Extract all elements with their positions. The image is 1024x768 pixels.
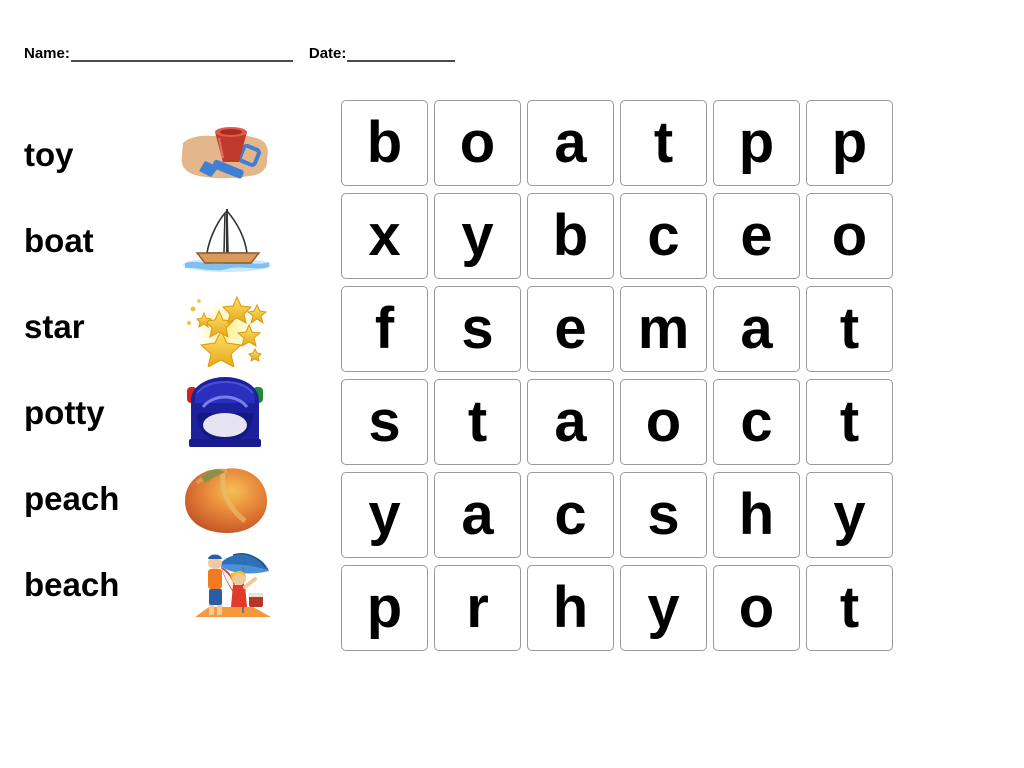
grid-cell-r3-c1[interactable]: f xyxy=(341,286,428,372)
grid-cell-r6-c2[interactable]: r xyxy=(434,565,521,651)
grid-cell-r5-c3[interactable]: c xyxy=(527,472,614,558)
grid-cell-r3-c3[interactable]: e xyxy=(527,286,614,372)
grid-letter: t xyxy=(653,110,674,175)
grid-letter: t xyxy=(467,389,488,454)
grid-letter: p xyxy=(366,575,403,640)
grid-cell-r6-c3[interactable]: h xyxy=(527,565,614,651)
list-item: boat xyxy=(0,198,300,284)
grid-cell-r4-c5[interactable]: c xyxy=(713,379,800,465)
list-item: toy xyxy=(0,112,300,198)
peach-icon xyxy=(175,459,275,539)
grid-letter: b xyxy=(366,110,403,175)
grid-letter: o xyxy=(645,389,682,454)
beach-scene-icon xyxy=(175,545,275,625)
grid-letter: o xyxy=(831,203,868,268)
sailboat-icon xyxy=(175,201,275,281)
grid-cell-r1-c4[interactable]: t xyxy=(620,100,707,186)
grid-cell-r1-c1[interactable]: b xyxy=(341,100,428,186)
grid-letter: h xyxy=(552,575,589,640)
grid-letter: o xyxy=(738,575,775,640)
list-item: beach xyxy=(0,542,300,628)
grid-cell-r2-c1[interactable]: x xyxy=(341,193,428,279)
bucket-and-spade-icon xyxy=(175,115,275,195)
grid-cell-r6-c4[interactable]: y xyxy=(620,565,707,651)
grid-letter: y xyxy=(461,203,494,268)
list-item: peach xyxy=(0,456,300,542)
grid-cell-r5-c4[interactable]: s xyxy=(620,472,707,558)
grid-letter: y xyxy=(647,575,680,640)
name-label: Name: xyxy=(24,45,70,62)
grid-letter: a xyxy=(740,296,773,361)
potty-icon xyxy=(175,373,275,453)
grid-letter: y xyxy=(368,482,401,547)
grid-cell-r2-c4[interactable]: c xyxy=(620,193,707,279)
grid-letter: a xyxy=(554,389,587,454)
grid-letter: e xyxy=(554,296,587,361)
list-item: star xyxy=(0,284,300,370)
word-label-star: star xyxy=(24,308,85,345)
grid-letter: t xyxy=(839,575,860,640)
word-label-beach: beach xyxy=(24,566,120,603)
grid-cell-r2-c2[interactable]: y xyxy=(434,193,521,279)
word-label-potty: potty xyxy=(24,394,105,431)
list-item: potty xyxy=(0,370,300,456)
grid-cell-r3-c4[interactable]: m xyxy=(620,286,707,372)
name-field-group: Name: xyxy=(24,45,293,62)
grid-cell-r1-c6[interactable]: p xyxy=(806,100,893,186)
grid-letter: h xyxy=(738,482,775,547)
grid-letter: x xyxy=(368,203,401,268)
grid-cell-r3-c5[interactable]: a xyxy=(713,286,800,372)
grid-letter: t xyxy=(839,296,860,361)
grid-letter: f xyxy=(374,296,395,361)
grid-letter: t xyxy=(839,389,860,454)
grid-letter: a xyxy=(554,110,587,175)
word-label-toy: toy xyxy=(24,136,74,173)
grid-cell-r3-c2[interactable]: s xyxy=(434,286,521,372)
grid-cell-r1-c2[interactable]: o xyxy=(434,100,521,186)
grid-cell-r2-c6[interactable]: o xyxy=(806,193,893,279)
grid-cell-r5-c1[interactable]: y xyxy=(341,472,428,558)
word-label-peach: peach xyxy=(24,480,120,517)
grid-letter: s xyxy=(647,482,680,547)
word-list: toy boat star potty peach beach xyxy=(0,112,300,628)
grid-letter: a xyxy=(461,482,494,547)
grid-letter: p xyxy=(831,110,868,175)
worksheet-header: Name: Date: xyxy=(24,40,456,62)
grid-cell-r4-c1[interactable]: s xyxy=(341,379,428,465)
grid-cell-r5-c5[interactable]: h xyxy=(713,472,800,558)
letter-grid: boatppxybceofsematstaoctyacshyprhyot xyxy=(341,100,893,651)
grid-letter: r xyxy=(466,575,489,640)
grid-cell-r2-c3[interactable]: b xyxy=(527,193,614,279)
grid-letter: y xyxy=(833,482,866,547)
grid-letter: s xyxy=(461,296,494,361)
stars-icon xyxy=(175,287,275,367)
grid-letter: c xyxy=(740,389,773,454)
date-field-group: Date: xyxy=(309,45,456,62)
grid-letter: c xyxy=(647,203,680,268)
grid-cell-r1-c3[interactable]: a xyxy=(527,100,614,186)
grid-letter: e xyxy=(740,203,773,268)
grid-letter: b xyxy=(552,203,589,268)
grid-letter: m xyxy=(637,296,690,361)
date-input-rule[interactable] xyxy=(347,45,456,62)
grid-cell-r6-c6[interactable]: t xyxy=(806,565,893,651)
grid-cell-r3-c6[interactable]: t xyxy=(806,286,893,372)
grid-cell-r4-c2[interactable]: t xyxy=(434,379,521,465)
word-label-boat: boat xyxy=(24,222,94,259)
grid-cell-r4-c6[interactable]: t xyxy=(806,379,893,465)
grid-cell-r6-c5[interactable]: o xyxy=(713,565,800,651)
name-input-rule[interactable] xyxy=(70,45,293,62)
grid-cell-r6-c1[interactable]: p xyxy=(341,565,428,651)
grid-letter: s xyxy=(368,389,401,454)
grid-letter: c xyxy=(554,482,587,547)
grid-cell-r5-c6[interactable]: y xyxy=(806,472,893,558)
grid-letter: o xyxy=(459,110,496,175)
grid-cell-r4-c4[interactable]: o xyxy=(620,379,707,465)
grid-cell-r4-c3[interactable]: a xyxy=(527,379,614,465)
grid-cell-r1-c5[interactable]: p xyxy=(713,100,800,186)
grid-cell-r2-c5[interactable]: e xyxy=(713,193,800,279)
grid-cell-r5-c2[interactable]: a xyxy=(434,472,521,558)
grid-letter: p xyxy=(738,110,775,175)
date-label: Date: xyxy=(308,45,347,62)
